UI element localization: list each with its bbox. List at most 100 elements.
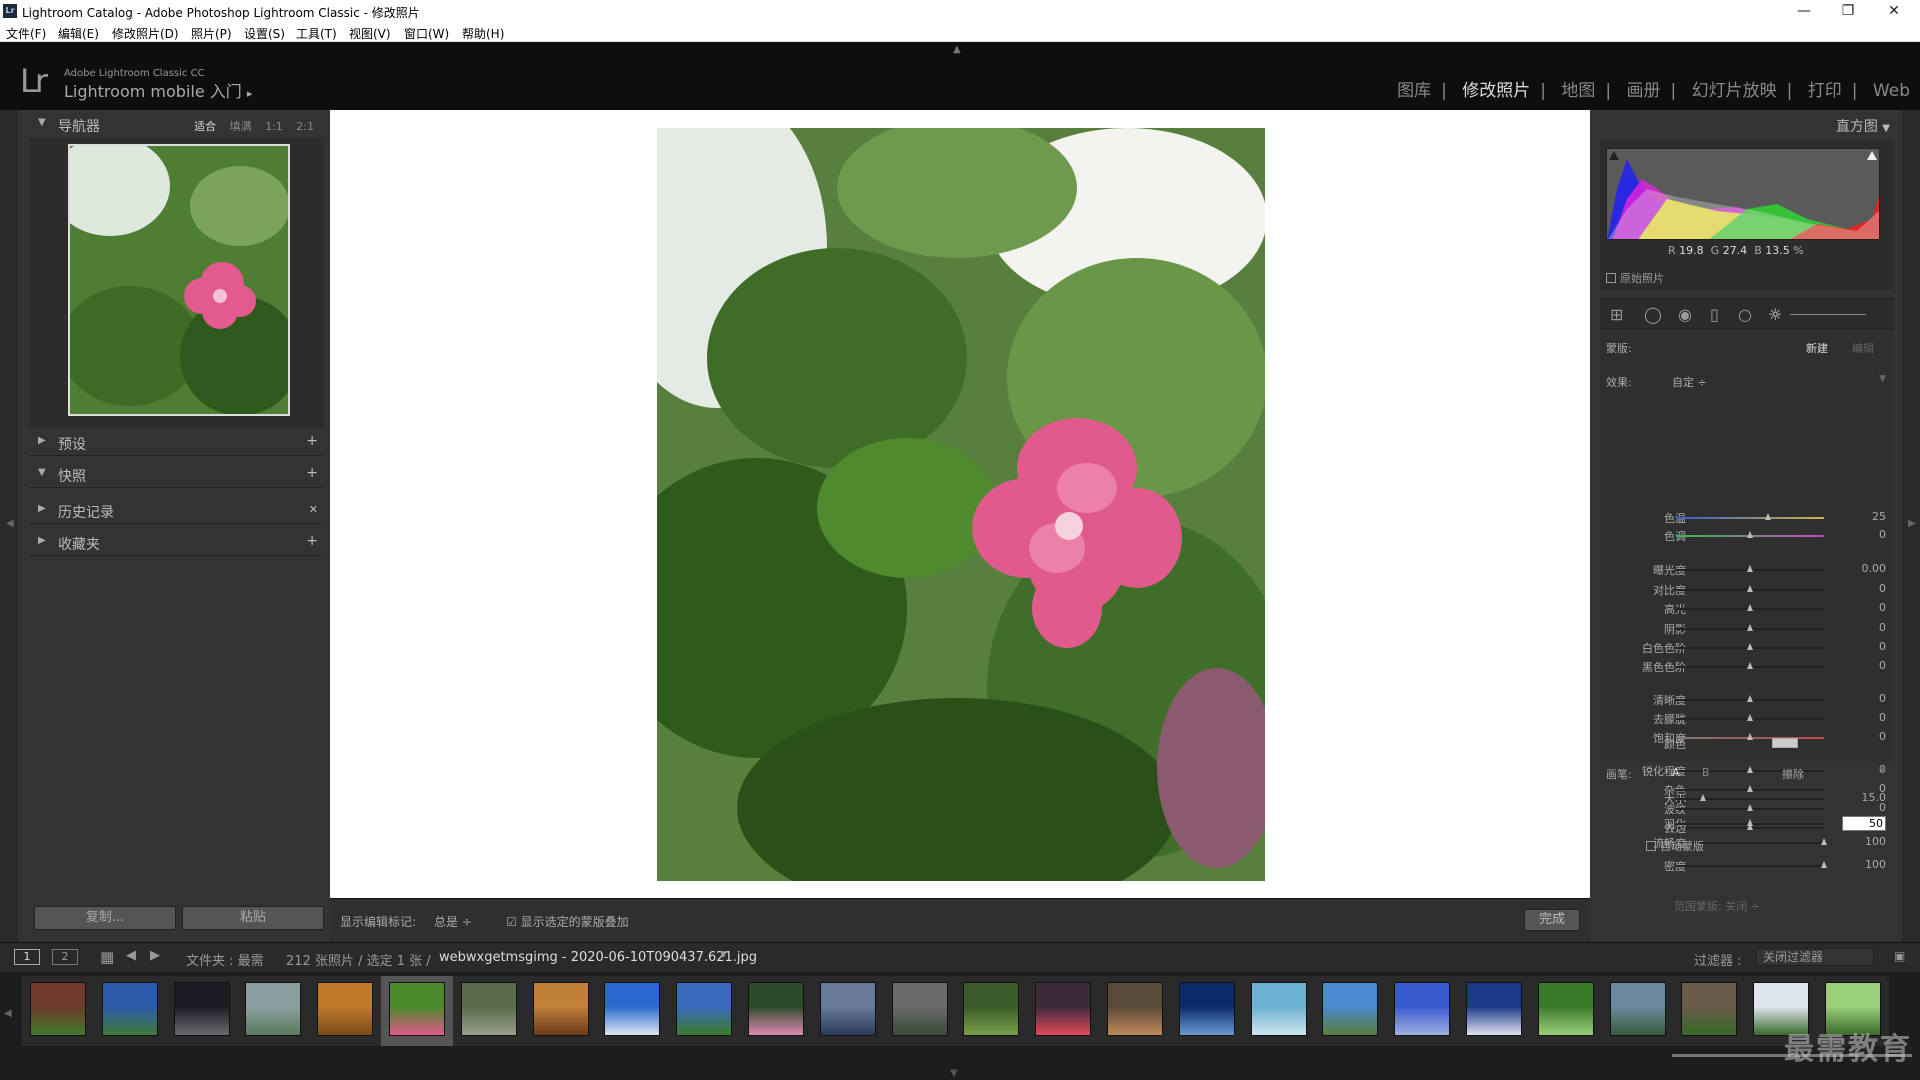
auto-mask-row[interactable]: 自动蒙版	[1606, 838, 1886, 854]
slider-value[interactable]: 0.00	[1846, 562, 1887, 575]
module-develop[interactable]: 修改照片	[1462, 76, 1530, 101]
brush-slider-track[interactable]	[1676, 819, 1824, 826]
secondary-window-button[interactable]: 2	[52, 949, 78, 965]
menu-edit[interactable]: 编辑(E)	[58, 25, 99, 42]
zoom-fit[interactable]: 适合	[194, 120, 216, 133]
slider-track[interactable]	[1676, 531, 1824, 538]
slider-row[interactable]: 白色色阶 0	[1606, 640, 1886, 655]
brush-slider-value[interactable]: 15.0	[1846, 791, 1887, 804]
snapshots-add-icon[interactable]: +	[306, 465, 318, 481]
filename-menu-icon[interactable]: ▼	[720, 950, 727, 960]
density-knob[interactable]	[1821, 861, 1827, 868]
menu-photo[interactable]: 照片(P)	[191, 25, 232, 42]
histogram-header[interactable]: 直方图 ▼	[1836, 116, 1890, 136]
effect-select[interactable]: 自定 ÷	[1672, 374, 1707, 390]
slider-value[interactable]: 0	[1846, 528, 1886, 541]
slider-track[interactable]	[1676, 624, 1824, 631]
collapse-right-icon[interactable]: ▶	[1908, 518, 1916, 529]
histogram-collapse-icon[interactable]: ▼	[1882, 123, 1890, 134]
back-arrow-icon[interactable]: ◀	[126, 948, 136, 963]
menu-help[interactable]: 帮助(H)	[462, 25, 504, 42]
filmstrip-thumbnail[interactable]	[460, 982, 517, 1036]
slider-row[interactable]: 清晰度 0	[1606, 692, 1886, 707]
menu-window[interactable]: 窗口(W)	[404, 25, 449, 42]
slider-value[interactable]: 0	[1846, 601, 1886, 614]
graduated-filter-icon[interactable]: ▯	[1710, 305, 1719, 324]
slider-value[interactable]: 0	[1846, 692, 1886, 705]
range-mask-select[interactable]: 范围蒙版: 关闭 ÷	[1674, 898, 1760, 914]
filmstrip-thumbnail[interactable]	[173, 982, 230, 1036]
slider-track[interactable]	[1676, 565, 1824, 572]
range-mask-row[interactable]: 范围蒙版: 关闭 ÷	[1606, 898, 1886, 914]
collections-expand-icon[interactable]: ▶	[38, 535, 46, 546]
edit-pins-select[interactable]: 总是 ÷	[434, 913, 472, 930]
filmstrip-thumbnail[interactable]	[604, 982, 661, 1036]
filmstrip-thumbnail[interactable]	[1609, 982, 1666, 1036]
filmstrip-thumbnail[interactable]	[1394, 982, 1451, 1036]
slider-track[interactable]	[1676, 513, 1824, 520]
snapshots-header[interactable]: ▼ 快照 +	[30, 462, 324, 488]
minimize-button[interactable]: —	[1784, 1, 1824, 21]
navigator-header[interactable]: ▼ 导航器 适合 填满 1:1 2:1	[30, 112, 324, 138]
filmstrip-thumbnail[interactable]	[101, 982, 158, 1036]
filmstrip-thumbnail[interactable]	[1322, 982, 1379, 1036]
paste-button[interactable]: 粘贴	[182, 906, 324, 930]
overlay-checkbox[interactable]: ☑	[506, 915, 517, 929]
slider-knob[interactable]	[1764, 513, 1771, 520]
histogram[interactable]	[1606, 148, 1880, 240]
slider-value[interactable]: 25	[1846, 510, 1886, 523]
slider-row[interactable]: 阴影 0	[1606, 621, 1886, 636]
filmstrip-thumbnail[interactable]	[1250, 982, 1307, 1036]
folder-source[interactable]: 文件夹 : 最需	[186, 950, 264, 969]
done-button[interactable]: 完成	[1524, 909, 1580, 931]
slider-knob[interactable]	[1747, 624, 1753, 631]
zoom-2-1[interactable]: 2:1	[296, 120, 314, 133]
navigator-collapse-icon[interactable]: ▼	[38, 117, 46, 128]
slider-knob[interactable]	[1747, 662, 1753, 669]
grid-view-icon[interactable]: ▦	[100, 948, 114, 966]
filmstrip-thumbnail[interactable]	[1537, 982, 1594, 1036]
brush-slider-row[interactable]: 羽化 50	[1606, 816, 1886, 831]
snapshots-collapse-icon[interactable]: ▼	[38, 467, 46, 478]
module-slideshow[interactable]: 幻灯片放映	[1692, 76, 1777, 101]
slider-row[interactable]: 色温 25	[1606, 510, 1886, 525]
slider-row[interactable]: 黑色色阶 0	[1606, 659, 1886, 674]
auto-mask-toggle[interactable]: 自动蒙版	[1646, 838, 1704, 854]
collections-add-icon[interactable]: +	[306, 533, 318, 549]
module-map[interactable]: 地图	[1561, 76, 1595, 101]
brush-collapse-icon[interactable]: ▼	[1879, 766, 1886, 776]
highlight-clip-icon[interactable]	[1867, 151, 1877, 160]
brush-slider-knob[interactable]	[1747, 819, 1753, 826]
slider-knob[interactable]	[1747, 695, 1753, 702]
filmstrip-thumbnail[interactable]	[819, 982, 876, 1036]
brush-slider-track[interactable]	[1676, 794, 1824, 801]
brush-b-button[interactable]: B	[1702, 766, 1710, 779]
slider-knob[interactable]	[1747, 714, 1753, 721]
collapse-top-icon[interactable]: ▲	[953, 44, 961, 55]
slider-track[interactable]	[1676, 695, 1824, 702]
slider-row[interactable]: 色调 0	[1606, 528, 1886, 543]
filename[interactable]: webwxgetmsgimg - 2020-06-10T090437.621.j…	[439, 950, 757, 965]
identity-line2[interactable]: Lightroom mobile 入门 ▸	[64, 78, 252, 102]
brush-slider-knob[interactable]	[1699, 794, 1706, 801]
zoom-1-1[interactable]: 1:1	[265, 120, 283, 133]
slider-value[interactable]: 0	[1846, 582, 1886, 595]
collapse-left-icon[interactable]: ◀	[6, 518, 14, 529]
red-eye-icon[interactable]: ◉	[1678, 305, 1692, 324]
main-photo[interactable]	[657, 128, 1265, 881]
collections-header[interactable]: ▶ 收藏夹 +	[30, 530, 324, 556]
slider-knob[interactable]	[1747, 804, 1753, 811]
slider-knob[interactable]	[1747, 565, 1753, 572]
menu-file[interactable]: 文件(F)	[6, 25, 46, 42]
original-photo-toggle[interactable]: 原始照片	[1606, 270, 1664, 286]
slider-track[interactable]	[1676, 643, 1824, 650]
forward-arrow-icon[interactable]: ▶	[150, 948, 160, 963]
filter-lock-icon[interactable]: ▣	[1894, 949, 1905, 963]
module-library[interactable]: 图库	[1397, 76, 1431, 101]
maximize-button[interactable]: ❐	[1828, 1, 1868, 21]
history-clear-icon[interactable]: ✕	[309, 503, 318, 516]
slider-track[interactable]	[1676, 604, 1824, 611]
slider-row[interactable]: 去朦胧 0	[1606, 711, 1886, 726]
module-book[interactable]: 画册	[1627, 76, 1661, 101]
history-header[interactable]: ▶ 历史记录 ✕	[30, 498, 324, 524]
